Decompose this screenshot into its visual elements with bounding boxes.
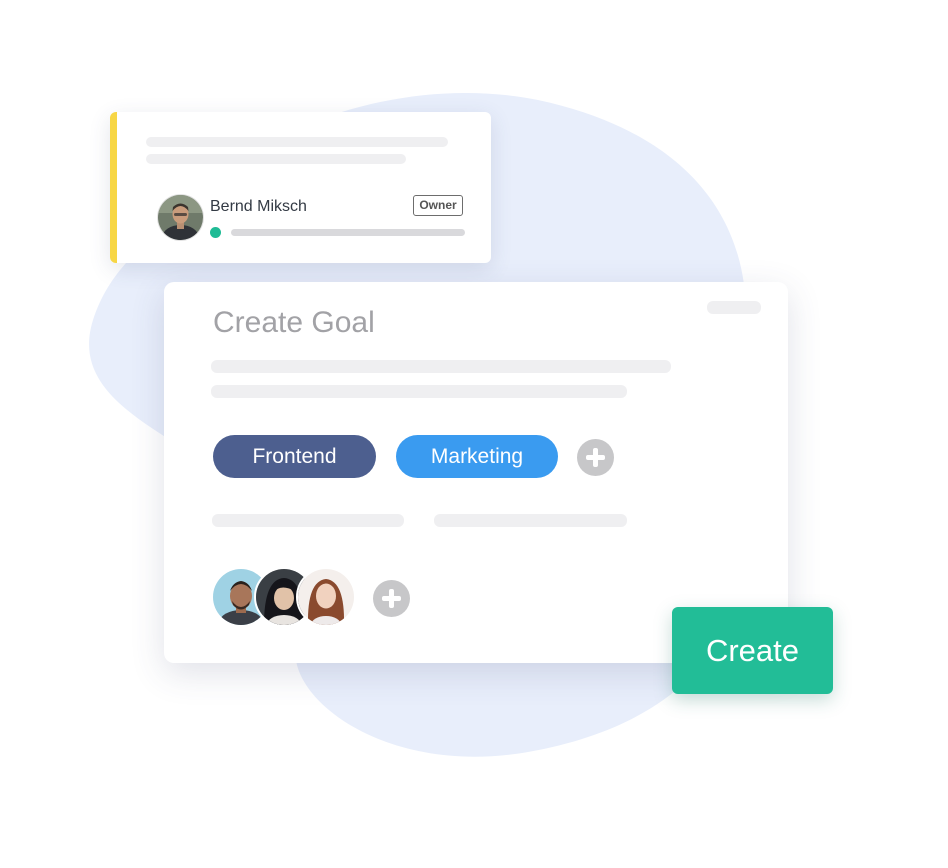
owner-card-placeholder-line — [146, 137, 448, 147]
create-goal-dialog: Create Goal Frontend Marketing — [164, 282, 788, 663]
description-placeholder-line — [211, 385, 627, 398]
owner-card: Bernd Miksch Owner — [110, 112, 491, 263]
create-button[interactable]: Create — [672, 607, 833, 694]
tag-frontend[interactable]: Frontend — [213, 435, 376, 478]
dialog-title: Create Goal — [213, 306, 375, 339]
owner-card-placeholder-line — [146, 154, 406, 164]
dialog-placeholder-pill — [707, 301, 761, 314]
description-placeholder-line — [211, 360, 671, 373]
owner-avatar — [158, 195, 203, 240]
tag-marketing[interactable]: Marketing — [396, 435, 558, 478]
owner-role-badge: Owner — [413, 195, 463, 216]
meta-placeholder-line — [434, 514, 627, 527]
owner-card-accent-bar — [110, 112, 117, 263]
status-indicator — [210, 227, 221, 238]
add-tag-plus-icon[interactable] — [577, 439, 614, 476]
add-member-plus-icon[interactable] — [373, 580, 410, 617]
owner-progress-bar — [231, 229, 465, 236]
member-avatar[interactable] — [296, 567, 356, 627]
owner-name: Bernd Miksch — [210, 198, 307, 215]
meta-placeholder-line — [212, 514, 404, 527]
